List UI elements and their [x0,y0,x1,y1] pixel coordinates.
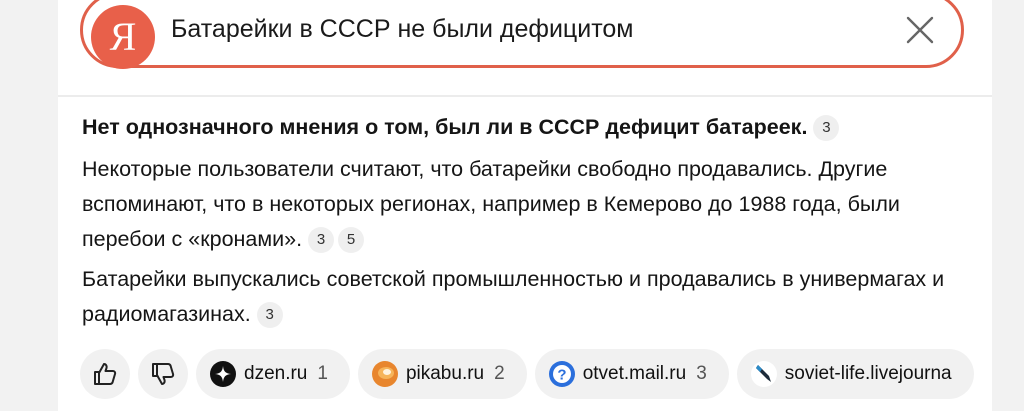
like-button[interactable] [80,349,130,399]
close-icon [906,16,934,44]
pikabu-icon [371,361,398,387]
paragraph-text: Некоторые пользователи считают, что бата… [82,157,900,251]
source-dzen[interactable]: dzen.ru 1 [196,349,350,399]
citation-ref[interactable]: 3 [308,227,335,253]
citation-ref[interactable]: 3 [813,115,840,141]
sources-row: dzen.ru 1 pikabu.ru 2? otvet.mail.ru 3 soviet-… [80,349,982,399]
citation-ref[interactable]: 3 [256,302,283,328]
source-name: pikabu.ru [405,363,485,384]
headline-text: Нет однозначного мнения о том, был ли в … [82,115,802,139]
thumbs-down-icon [152,363,175,385]
yandex-logo[interactable]: Я [91,5,155,69]
svg-text:?: ? [557,367,566,384]
answer-card: Я Батарейки в СССР не были дефицитом Нет… [58,0,992,411]
source-name: soviet-life.livejourna [784,363,952,384]
source-name: dzen.ru [244,363,308,384]
answer-headline: Нет однозначного мнения о том, был ли в … [82,110,840,145]
divider [58,95,992,97]
headline-period: . [801,115,808,139]
livejournal-icon [750,361,777,387]
paragraph-text: Батарейки выпускались советской промышле… [82,267,945,326]
clear-search-button[interactable] [903,13,937,47]
source-name: otvet.mail.ru [582,363,687,384]
search-query-text[interactable]: Батарейки в СССР не были дефицитом [171,15,633,44]
citation-ref[interactable]: 5 [338,227,365,253]
source-count: 2 [494,363,505,384]
answer-paragraph: Некоторые пользователи считают, что бата… [82,152,982,257]
source-count: 3 [696,363,707,384]
source-otvet-mail[interactable]: ? otvet.mail.ru 3 [534,349,729,399]
dzen-icon [210,361,236,387]
source-count: 1 [317,363,328,384]
dislike-button[interactable] [138,349,188,399]
answer-paragraph: Батарейки выпускались советской промышле… [82,262,982,332]
source-livejournal[interactable]: soviet-life.livejourna [736,349,974,399]
search-bar[interactable]: Я Батарейки в СССР не были дефицитом [80,0,964,69]
source-pikabu[interactable]: pikabu.ru 2 [357,349,527,399]
otvet-icon: ? [548,361,575,387]
thumbs-up-icon [94,363,117,385]
